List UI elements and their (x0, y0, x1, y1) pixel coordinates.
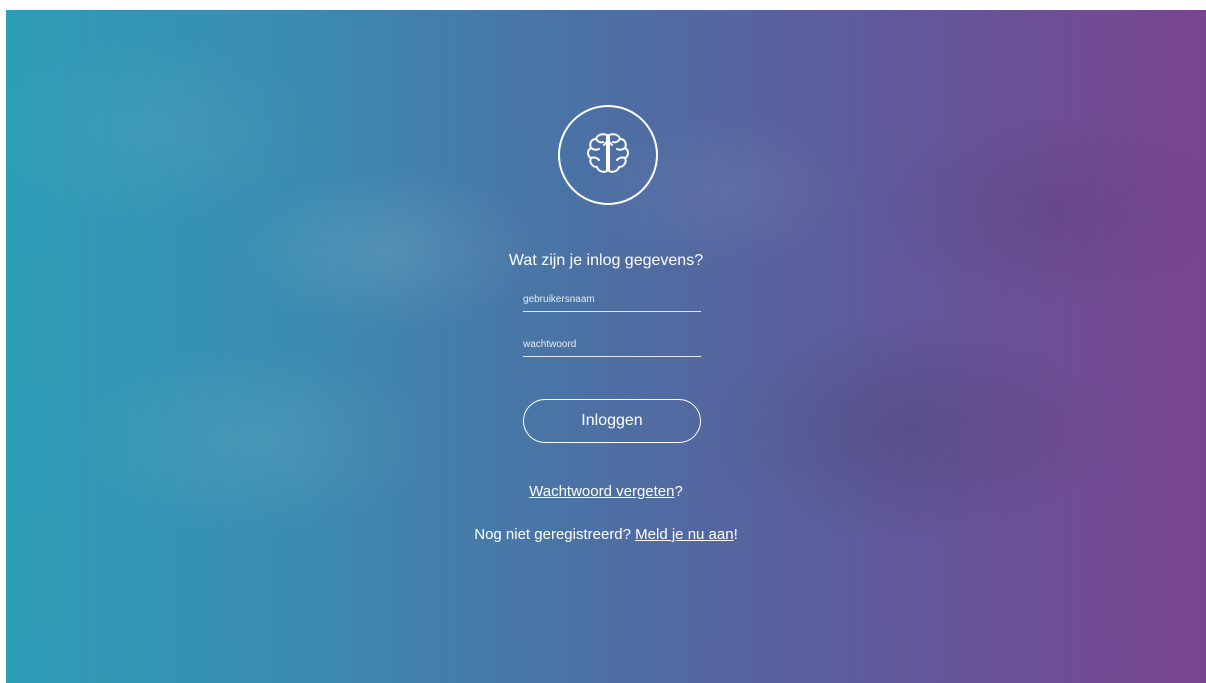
register-prefix: Nog niet geregistreerd? (474, 526, 636, 543)
password-input[interactable] (523, 335, 701, 357)
username-input[interactable] (523, 290, 701, 312)
login-screen: Wat zijn je inlog gegevens? Inloggen Wac… (6, 10, 1206, 683)
forgot-password-link[interactable]: Wachtwoord vergeten (529, 483, 674, 500)
login-heading: Wat zijn je inlog gegevens? (508, 252, 704, 269)
login-button[interactable]: Inloggen (523, 399, 701, 443)
forgot-suffix: ? (674, 483, 683, 500)
register-link[interactable]: Meld je nu aan (635, 526, 733, 543)
brain-icon (578, 123, 638, 188)
register-line: Nog niet geregistreerd? Meld je nu aan! (6, 526, 1206, 543)
forgot-password-line: Wachtwoord vergeten? (6, 483, 1206, 500)
register-suffix: ! (733, 526, 738, 543)
logo (558, 105, 658, 205)
